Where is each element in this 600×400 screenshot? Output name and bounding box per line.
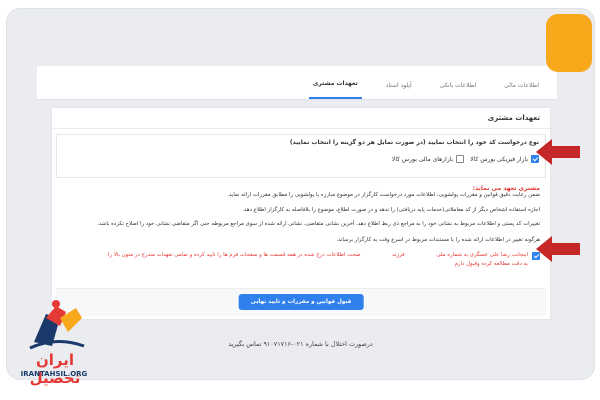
tab-bank-info[interactable]: اطلاعات بانکی bbox=[436, 82, 480, 99]
agreement-row: اینجانب رضا علی عسگری به شماره ملی فرزند… bbox=[65, 251, 540, 269]
logo-website: IRANTAHSIL.ORG bbox=[20, 370, 88, 378]
pointer-arrow-icon bbox=[536, 139, 580, 165]
commitment-paragraph: اجازه استفاده اشخاص دیگر از کد معاملاتی(… bbox=[242, 207, 540, 213]
request-type-box: نوع درخواست کد خود را انتخاب نمایید (در … bbox=[56, 134, 546, 178]
request-type-options: بازار فیزیکی بورس کالا بازارهای مالی بور… bbox=[392, 155, 539, 163]
commitments-panel: تعهدات مشتری نوع درخواست کد خود را انتخا… bbox=[51, 107, 551, 320]
panel-title: تعهدات مشتری bbox=[487, 114, 540, 122]
commitment-paragraph: ضمن رعایت دقیق قوانین و مقررات پولشویی، … bbox=[227, 192, 540, 198]
option-financial-markets[interactable]: بازارهای مالی بورس کالا bbox=[391, 155, 465, 163]
commitment-paragraph: تغییرات کد پستی و اطلاعات مربوط به نشانی… bbox=[97, 221, 540, 227]
tabs-bar: اطلاعات مالی اطلاعات بانکی آپلود اسناد ت… bbox=[37, 66, 557, 100]
agreement-line2: به دقت مطالعه کرده وقبول دارم bbox=[454, 261, 528, 267]
agreement-part3: صحت اطلاعات درج شده در همه قسمت ها و صفح… bbox=[108, 252, 361, 258]
agreement-part1: اینجانب رضا علی عسگری به شماره ملی bbox=[436, 252, 528, 258]
option-physical-market[interactable]: بازار فیزیکی بورس کالا bbox=[470, 155, 539, 163]
submit-area: قبول قوانین و مقررات و تایید نهایی bbox=[56, 288, 546, 316]
commitment-paragraph: هرگونه تغییر در اطلاعات ارائه شده را با … bbox=[336, 237, 540, 243]
request-type-label: نوع درخواست کد خود را انتخاب نمایید (در … bbox=[289, 139, 539, 146]
logo-brand-name: ایران تحصیل bbox=[29, 351, 81, 387]
financial-markets-checkbox[interactable] bbox=[456, 155, 465, 163]
financial-markets-label: بازارهای مالی بورس کالا bbox=[391, 155, 454, 163]
tab-customer-commitments[interactable]: تعهدات مشتری bbox=[308, 80, 362, 99]
tab-upload-documents[interactable]: آپلود اسناد bbox=[382, 82, 416, 99]
physical-market-label: بازار فیزیکی بورس کالا bbox=[470, 155, 528, 163]
agreement-text: اینجانب رضا علی عسگری به شماره ملی فرزند… bbox=[108, 251, 528, 269]
orange-badge-icon bbox=[546, 14, 592, 72]
tab-financial-info[interactable]: اطلاعات مالی bbox=[500, 82, 543, 99]
agreement-part2: فرزند bbox=[392, 252, 405, 258]
pointer-arrow-icon bbox=[536, 236, 580, 262]
final-confirm-button[interactable]: قبول قوانین و مقررات و تایید نهایی bbox=[238, 294, 364, 310]
commitment-heading: مشتری تعهد می نماید: bbox=[472, 185, 540, 192]
divider bbox=[52, 128, 550, 129]
